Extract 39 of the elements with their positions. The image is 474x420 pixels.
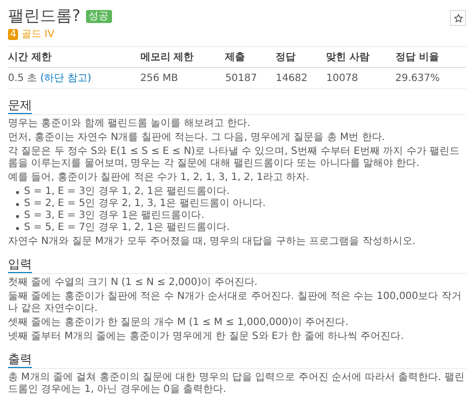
favorite-button[interactable] xyxy=(450,10,466,26)
column-header: 정답 비율 xyxy=(395,46,466,68)
column-header: 메모리 제한 xyxy=(140,46,226,68)
section-heading: 입력 xyxy=(8,257,32,273)
column-header: 맞힌 사람 xyxy=(326,46,396,68)
bullet-icon xyxy=(16,226,19,230)
table-cell: 10078 xyxy=(326,68,396,88)
paragraph: 첫째 줄에 수열의 크기 N (1 ≤ N ≤ 2,000)이 주어진다. xyxy=(8,277,258,289)
section-heading: 문제 xyxy=(8,98,32,114)
list-item: S = 2, E = 5인 경우 2, 1, 3, 1은 팰린드롬이 아니다. xyxy=(24,198,266,210)
paragraph: 명우는 홍준이와 함께 팰린드롬 놀이를 해보려고 한다. xyxy=(8,118,252,130)
table-cell: 29.637% xyxy=(395,68,466,88)
tier-icon: 4 xyxy=(8,28,18,40)
table-cell: 14682 xyxy=(276,68,326,88)
star-icon xyxy=(454,14,462,22)
bullet-icon xyxy=(16,202,19,206)
column-header: 제출 xyxy=(225,46,276,68)
status-badge: 성공 xyxy=(86,10,112,22)
list-item: S = 5, E = 7인 경우 1, 2, 1은 팰린드롬이다. xyxy=(24,222,230,234)
section-heading: 출력 xyxy=(8,352,32,368)
bullet-icon xyxy=(16,190,19,194)
column-header: 시간 제한 xyxy=(8,46,140,68)
list-item: S = 1, E = 3인 경우 1, 2, 1은 팰린드롬이다. xyxy=(24,186,230,198)
column-header: 정답 xyxy=(276,46,326,68)
problem-title: 팰린드롬? xyxy=(8,6,80,26)
note-link[interactable]: (하단 참고) xyxy=(40,73,92,84)
paragraph: 각 질문은 두 정수 S와 E(1 ≤ S ≤ E ≤ N)로 나타낼 수 있으며, S번째 수부터 E번째 까지 수가 팰린드롬을 이루는지를 물어보며, 명우는 각 질문에 대해 팰린드롬이다 또는 아니다를 말해야 한다. xyxy=(8,146,461,170)
paragraph: 자연수 N개와 질문 M개가 모두 주어졌을 때, 명우의 대답을 구하는 프로그램을 작성하시오. xyxy=(8,236,416,248)
paragraph: 셋째 줄에는 홍준이가 한 질문의 개수 M (1 ≤ M ≤ 1,000,000)이 주어진다. xyxy=(8,317,350,329)
paragraph: 총 M개의 줄에 걸쳐 홍준이의 질문에 대한 명우의 답을 입력으로 주어진 순서에 따라서 출력한다. 팰린드롬인 경우에는 1, 아닌 경우에는 0을 출력한다. xyxy=(8,372,466,396)
paragraph: 예를 들어, 홍준이가 칠판에 적은 수가 1, 2, 1, 3, 1, 2, 1라고 하자. xyxy=(8,172,310,184)
list-item: S = 3, E = 3인 경우 1은 팰린드롬이다. xyxy=(24,210,204,222)
paragraph: 둘째 줄에는 홍준이가 칠판에 적은 수 N개가 순서대로 주어진다. 칠판에 적은 수는 100,000보다 작거나 같은 자연수이다. xyxy=(8,291,462,315)
table-cell: 0.5 초 xyxy=(8,73,38,84)
paragraph: 넷째 줄부터 M개의 줄에는 홍준이가 명우에게 한 질문 S와 E가 한 줄에 하나씩 주어진다. xyxy=(8,331,405,343)
paragraph: 먼저, 홍준이는 자연수 N개를 칠판에 적는다. 그 다음, 명우에게 질문을 총 M번 한다. xyxy=(8,132,386,144)
bullet-icon xyxy=(16,214,19,218)
table-cell: 256 MB xyxy=(140,68,226,88)
table-cell: 50187 xyxy=(225,68,276,88)
